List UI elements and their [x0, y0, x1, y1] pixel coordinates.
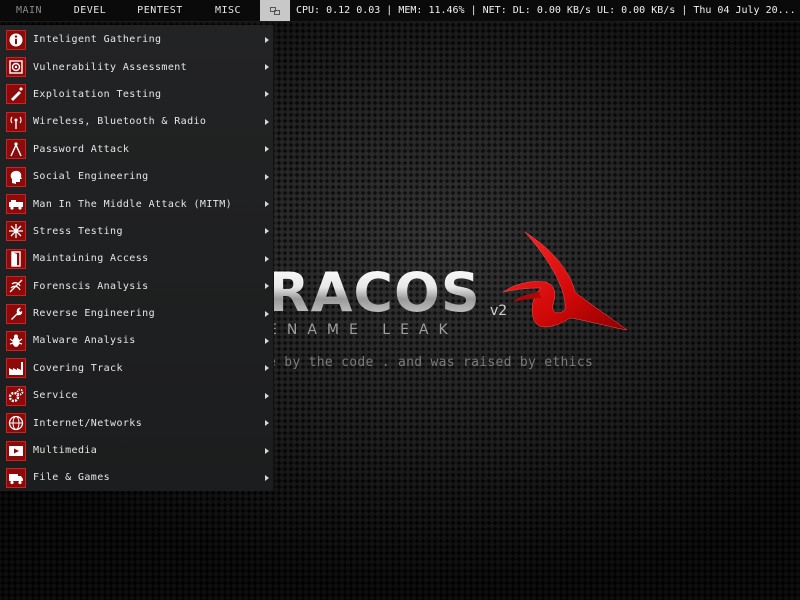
menu-item-label: Malware Analysis	[33, 335, 136, 347]
submenu-arrow-icon	[265, 36, 269, 43]
submenu-arrow-icon	[265, 283, 269, 290]
workspace-devel[interactable]: DEVEL	[58, 0, 122, 22]
layout-icon	[270, 6, 280, 15]
red-horn-logo-icon	[502, 231, 628, 331]
submenu-arrow-icon	[265, 310, 269, 317]
menu-item-social-engineering[interactable]: Social Engineering	[0, 163, 273, 190]
application-menu: Inteligent Gathering Vulnerability Asses…	[0, 25, 274, 491]
submenu-arrow-icon	[265, 118, 269, 125]
menu-item-stress-testing[interactable]: Stress Testing	[0, 218, 273, 245]
menu-item-mitm-attack[interactable]: Man In The Middle Attack (MITM)	[0, 190, 273, 217]
submenu-arrow-icon	[265, 474, 269, 481]
menu-item-label: Service	[33, 390, 78, 402]
system-status: CPU: 0.12 0.03 | MEM: 11.46% | NET: DL: …	[296, 5, 796, 16]
submenu-arrow-icon	[265, 392, 269, 399]
compass-icon	[6, 139, 26, 160]
menu-item-malware-analysis[interactable]: Malware Analysis	[0, 327, 273, 354]
door-icon	[6, 248, 26, 269]
truck-icon	[6, 467, 26, 488]
submenu-arrow-icon	[265, 365, 269, 372]
fingerprint-icon	[6, 276, 26, 297]
menu-item-label: Stress Testing	[33, 225, 123, 237]
submenu-arrow-icon	[265, 337, 269, 344]
menu-item-vulnerability-assessment[interactable]: Vulnerability Assessment	[0, 53, 273, 80]
bug-icon	[6, 330, 26, 351]
menu-item-label: Wireless, Bluetooth & Radio	[33, 116, 207, 128]
menu-item-exploitation-testing[interactable]: Exploitation Testing	[0, 81, 273, 108]
menu-item-label: Multimedia	[33, 445, 98, 457]
submenu-arrow-icon	[265, 64, 269, 71]
submenu-arrow-icon	[265, 173, 269, 180]
menu-item-service[interactable]: Service	[0, 382, 273, 409]
submenu-arrow-icon	[265, 420, 269, 427]
submenu-arrow-icon	[265, 91, 269, 98]
menu-item-reverse-engineering[interactable]: Reverse Engineering	[0, 300, 273, 327]
media-icon	[6, 440, 26, 461]
menu-item-label: Social Engineering	[33, 171, 149, 183]
menu-item-wireless-bluetooth-radio[interactable]: Wireless, Bluetooth & Radio	[0, 108, 273, 135]
menu-item-file-games[interactable]: File & Games	[0, 464, 273, 491]
menu-item-label: Covering Track	[33, 362, 123, 374]
gears-icon	[6, 385, 26, 406]
menu-item-intelligent-gathering[interactable]: Inteligent Gathering	[0, 26, 273, 53]
submenu-arrow-icon	[265, 228, 269, 235]
menu-item-password-attack[interactable]: Password Attack	[0, 136, 273, 163]
burst-icon	[6, 221, 26, 242]
target-icon	[6, 57, 26, 78]
menu-item-label: Man In The Middle Attack (MITM)	[33, 198, 233, 210]
menu-item-label: File & Games	[33, 472, 111, 484]
antenna-icon	[6, 111, 26, 132]
workspace-misc[interactable]: MISC	[198, 0, 258, 22]
menu-item-label: Vulnerability Assessment	[33, 61, 188, 73]
menu-item-covering-track[interactable]: Covering Track	[0, 355, 273, 382]
menu-item-multimedia[interactable]: Multimedia	[0, 437, 273, 464]
vehicle-icon	[6, 194, 26, 215]
wallpaper-logo-text: RACOS	[268, 261, 481, 324]
desktop: MAIN DEVEL PENTEST MISC CPU: 0.12 0.03 |…	[0, 0, 800, 600]
menu-item-forensics-analysis[interactable]: Forenscis Analysis	[0, 273, 273, 300]
menu-item-label: Reverse Engineering	[33, 308, 155, 320]
menu-item-label: Inteligent Gathering	[33, 34, 162, 46]
layout-toggle-button[interactable]	[260, 0, 290, 21]
submenu-arrow-icon	[265, 447, 269, 454]
wallpaper-tagline: e by the code . and was raised by ethics	[268, 355, 594, 370]
info-icon	[6, 29, 26, 50]
syringe-icon	[6, 84, 26, 105]
menu-item-internet-networks[interactable]: Internet/Networks	[0, 409, 273, 436]
factory-icon	[6, 358, 26, 379]
head-icon	[6, 166, 26, 187]
top-bar: MAIN DEVEL PENTEST MISC CPU: 0.12 0.03 |…	[0, 0, 800, 22]
menu-item-label: Internet/Networks	[33, 417, 143, 429]
wrench-icon	[6, 303, 26, 324]
menu-item-label: Password Attack	[33, 143, 130, 155]
menu-item-label: Maintaining Access	[33, 253, 149, 265]
submenu-arrow-icon	[265, 255, 269, 262]
workspace-pentest[interactable]: PENTEST	[122, 0, 198, 22]
globe-icon	[6, 413, 26, 434]
submenu-arrow-icon	[265, 146, 269, 153]
submenu-arrow-icon	[265, 201, 269, 208]
menu-item-label: Forenscis Analysis	[33, 280, 149, 292]
workspace-main[interactable]: MAIN	[0, 0, 58, 22]
menu-item-label: Exploitation Testing	[33, 88, 162, 100]
wallpaper-logo-subtitle: ENAME LEAK	[268, 322, 458, 338]
menu-item-maintaining-access[interactable]: Maintaining Access	[0, 245, 273, 272]
